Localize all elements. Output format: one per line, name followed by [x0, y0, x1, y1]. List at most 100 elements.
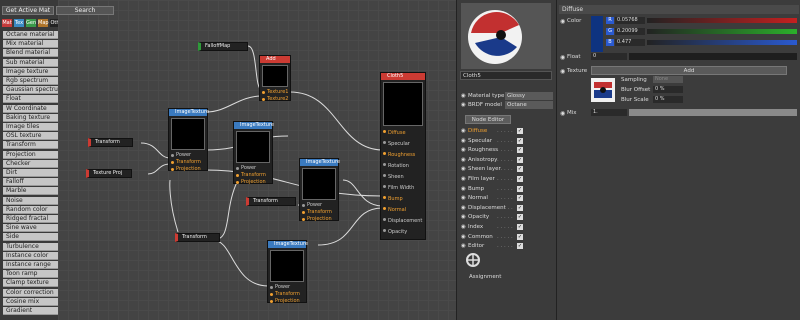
- node-list-item[interactable]: Side: [3, 233, 58, 242]
- radio-icon[interactable]: ◉: [461, 165, 466, 173]
- radio-icon[interactable]: ◉: [461, 156, 466, 164]
- mix-field[interactable]: 1.: [591, 109, 627, 116]
- g-slider[interactable]: [647, 29, 797, 34]
- channel-checkbox[interactable]: ✓: [517, 156, 523, 163]
- node-list-item[interactable]: Toon ramp: [3, 270, 58, 279]
- channel-row[interactable]: ◉ Editor . . . . . ✓: [457, 242, 557, 250]
- g-value-field[interactable]: 0.20099: [615, 28, 645, 35]
- channel-row[interactable]: ◉ Index . . . . . ✓: [457, 223, 557, 231]
- channel-checkbox[interactable]: ✓: [517, 185, 523, 192]
- r-slider[interactable]: [647, 18, 797, 23]
- material-name-field[interactable]: Cloth5: [460, 71, 552, 80]
- node-list-item[interactable]: Checker: [3, 159, 58, 168]
- radio-icon[interactable]: ◉: [461, 146, 466, 154]
- image-texture-node[interactable]: ImageTexture Power Transform Projection: [267, 240, 308, 305]
- assignment-tab[interactable]: Assignment: [469, 274, 501, 280]
- node-editor-button[interactable]: Node Editor: [465, 115, 511, 124]
- float-slider[interactable]: [629, 53, 797, 60]
- node-list-item[interactable]: Mix material: [3, 40, 58, 49]
- node-list-item[interactable]: Marble: [3, 187, 58, 196]
- port-power[interactable]: Power: [169, 152, 207, 159]
- radio-icon[interactable]: ◉: [461, 127, 466, 135]
- node-list-item[interactable]: Cosine mix: [3, 297, 58, 306]
- radio-icon[interactable]: ◉: [461, 223, 466, 231]
- category-tab[interactable]: Map: [38, 19, 49, 27]
- sampling-dropdown[interactable]: None: [653, 76, 683, 83]
- node-canvas[interactable]: FalloffMap Add Texture1 Texture2 Cloth5 …: [58, 0, 456, 320]
- material-port[interactable]: Diffuse: [381, 128, 425, 139]
- node-list-item[interactable]: Random color: [3, 205, 58, 214]
- channel-row[interactable]: ◉ Bump . . . . . ✓: [457, 185, 557, 193]
- node-list-item[interactable]: Gaussian spectrum: [3, 86, 58, 95]
- channel-checkbox[interactable]: ✓: [517, 204, 523, 211]
- channel-checkbox[interactable]: ✓: [517, 137, 523, 144]
- channel-row[interactable]: ◉ Roughness. . . . . ✓: [457, 146, 557, 154]
- radio-icon[interactable]: ◉: [560, 54, 565, 61]
- port-texture1[interactable]: Texture1: [260, 89, 290, 96]
- transform-node[interactable]: Transform: [88, 138, 133, 147]
- port-projection[interactable]: Projection: [268, 298, 306, 305]
- material-port[interactable]: Normal: [381, 205, 425, 216]
- blur-scale-field[interactable]: 0 %: [653, 96, 683, 103]
- channel-checkbox[interactable]: ✓: [517, 128, 523, 134]
- channel-row[interactable]: ◉ Displacement. . . . . ✓: [457, 204, 557, 212]
- b-value-field[interactable]: 0.477: [615, 39, 645, 46]
- channel-checkbox[interactable]: ✓: [517, 243, 523, 250]
- node-list-item[interactable]: OSL texture: [3, 132, 58, 141]
- radio-icon[interactable]: ◉: [461, 185, 466, 193]
- brdf-model-dropdown[interactable]: Octane: [505, 101, 553, 109]
- port-power[interactable]: Power: [268, 284, 306, 291]
- texture-projection-node[interactable]: Texture Proj: [86, 169, 132, 178]
- radio-icon[interactable]: ◉: [461, 233, 466, 241]
- channel-checkbox[interactable]: ✓: [517, 166, 523, 173]
- mix-slider[interactable]: [629, 109, 797, 116]
- radio-icon[interactable]: ◉: [461, 92, 466, 100]
- radio-icon[interactable]: ◉: [461, 213, 466, 221]
- channel-row[interactable]: ◉ Opacity . . . . . ✓: [457, 213, 557, 221]
- radio-icon[interactable]: ◉: [461, 137, 466, 145]
- node-list-item[interactable]: Image texture: [3, 67, 58, 76]
- channel-checkbox[interactable]: ✓: [517, 233, 523, 240]
- material-port[interactable]: Film Width: [381, 183, 425, 194]
- node-list-item[interactable]: Instance range: [3, 261, 58, 269]
- add-node[interactable]: Add Texture1 Texture2: [259, 55, 291, 103]
- node-list-item[interactable]: Image tiles: [3, 123, 58, 131]
- b-slider[interactable]: [647, 40, 797, 45]
- channel-checkbox[interactable]: ✓: [517, 176, 523, 182]
- radio-icon[interactable]: ◉: [461, 101, 466, 109]
- category-tab[interactable]: Tex: [14, 19, 24, 27]
- node-list-item[interactable]: Baking texture: [3, 113, 58, 122]
- port-transform[interactable]: Transform: [169, 159, 207, 166]
- node-list-item[interactable]: Transform: [3, 141, 58, 150]
- node-list-item[interactable]: Projection: [3, 150, 58, 159]
- port-power[interactable]: Power: [234, 165, 272, 172]
- node-list-item[interactable]: Dirt: [3, 169, 58, 177]
- radio-icon[interactable]: ◉: [461, 175, 466, 183]
- node-list-item[interactable]: Octane material: [3, 31, 58, 39]
- channel-row[interactable]: ◉ Diffuse . . . . . ✓: [457, 127, 557, 135]
- material-type-dropdown[interactable]: Glossy: [505, 92, 553, 100]
- channel-row[interactable]: ◉ Sheen layer. . . . . ✓: [457, 165, 557, 173]
- node-list-item[interactable]: Float: [3, 95, 58, 104]
- node-list-item[interactable]: Gradient: [3, 307, 58, 315]
- material-port[interactable]: Opacity: [381, 227, 425, 238]
- category-tab[interactable]: Mat: [2, 19, 12, 27]
- node-list-item[interactable]: Ridged fractal: [3, 215, 58, 223]
- material-port[interactable]: Roughness: [381, 150, 425, 161]
- node-list-item[interactable]: Noise: [3, 196, 58, 205]
- channel-row[interactable]: ◉ Anisotropy. . . . . ✓: [457, 156, 557, 164]
- category-tab[interactable]: Gen: [26, 19, 36, 27]
- port-texture2[interactable]: Texture2: [260, 96, 290, 103]
- color-swatch[interactable]: [591, 16, 603, 52]
- transform-node[interactable]: Transform: [246, 197, 296, 206]
- node-list-item[interactable]: Sine wave: [3, 224, 58, 233]
- channel-checkbox[interactable]: ✓: [517, 214, 523, 221]
- image-texture-node[interactable]: ImageTexture Power Transform Projection: [299, 158, 340, 222]
- node-list-item[interactable]: Blend material: [3, 49, 58, 58]
- get-active-mat-button[interactable]: Get Active Mat: [2, 6, 54, 15]
- falloff-map-node[interactable]: FalloffMap: [198, 42, 248, 51]
- radio-icon[interactable]: ◉: [560, 68, 565, 75]
- image-texture-node[interactable]: ImageTexture Power Transform Projection: [233, 121, 274, 185]
- port-transform[interactable]: Transform: [268, 291, 306, 298]
- material-port[interactable]: Bump: [381, 194, 425, 205]
